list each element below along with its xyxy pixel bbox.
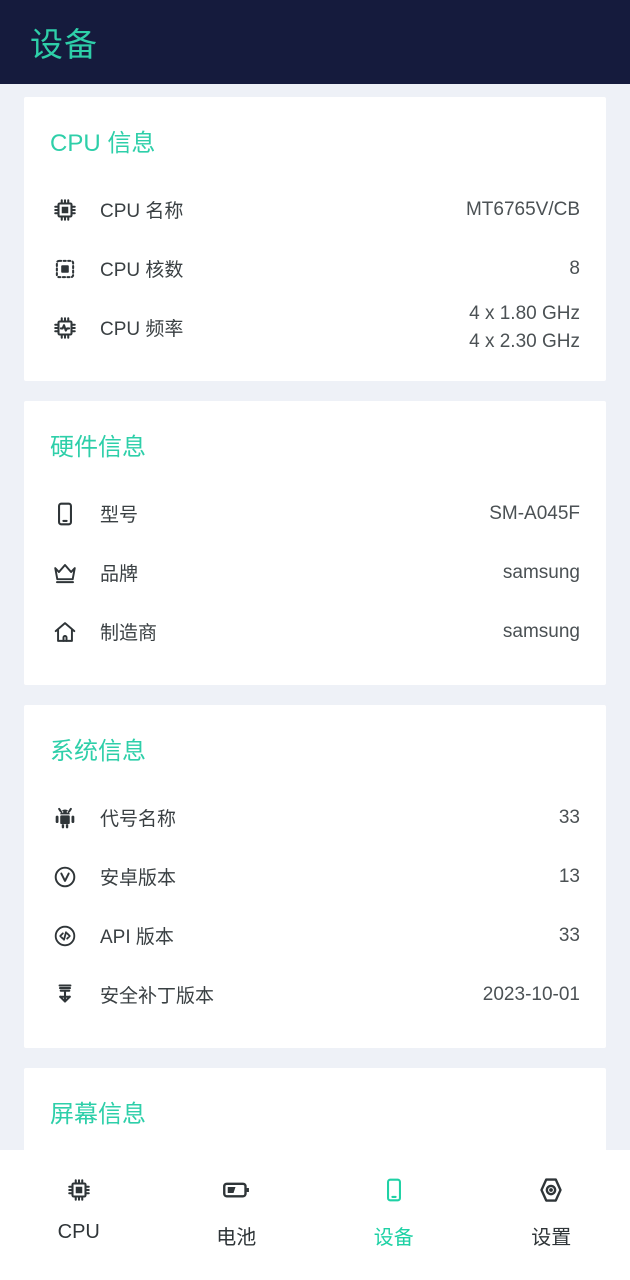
tab-label: 电池: [216, 1227, 257, 1249]
card-title: CPU 信息: [50, 130, 156, 157]
battery-icon: [218, 1172, 254, 1208]
info-row-value: 8: [569, 257, 580, 279]
info-row-label: 制造商: [100, 623, 158, 644]
info-row-label: CPU 频率: [100, 319, 184, 340]
tab-label: CPU: [57, 1221, 100, 1243]
card-title: 硬件信息: [50, 434, 146, 461]
crown-icon: [50, 558, 80, 588]
info-card: 系统信息代号名称 33 安卓版本 13 API 版本 33 安全补丁版本 2023-10-01: [24, 705, 606, 1048]
cpu-cores-icon: [50, 254, 80, 284]
info-row-value: 13: [558, 865, 580, 887]
tab-settings-hex[interactable]: 设置: [473, 1172, 630, 1250]
security-patch-icon: [50, 980, 80, 1010]
code-circle-icon: [50, 921, 80, 951]
card-title: 系统信息: [50, 738, 146, 765]
info-row-value: SM-A045F: [489, 502, 580, 524]
bottom-tab-bar: CPU 电池 设备 设置: [0, 1150, 630, 1280]
card-title: 屏幕信息: [50, 1101, 146, 1128]
info-row-value: 33: [558, 806, 580, 828]
info-row-label: CPU 核数: [100, 260, 184, 281]
info-row[interactable]: 制造商 samsung: [50, 602, 580, 661]
app-header: 设备: [0, 0, 630, 84]
cpu-frequency-icon: [50, 313, 80, 343]
device-info-screen: 设备 CPU 信息 CPU 名称 MT6765V/CB CPU 核数 8 CPU 频率 4 …: [0, 0, 630, 1280]
settings-hex-icon: [533, 1172, 569, 1208]
info-card: 屏幕信息: [24, 1068, 606, 1150]
info-row-label: 型号: [100, 505, 139, 526]
tab-label: 设备: [373, 1227, 414, 1249]
info-row-label: 安卓版本: [100, 868, 177, 889]
phone-icon: [50, 499, 80, 529]
tab-phone[interactable]: 设备: [315, 1172, 473, 1250]
info-row[interactable]: CPU 频率 4 x 1.80 GHz 4 x 2.30 GHz: [50, 298, 580, 357]
info-card: CPU 信息 CPU 名称 MT6765V/CB CPU 核数 8 CPU 频率 4 x 1…: [24, 97, 606, 381]
android-icon: [50, 803, 80, 833]
info-row[interactable]: 安全补丁版本 2023-10-01: [50, 965, 580, 1024]
tab-label: 设置: [531, 1227, 572, 1249]
info-row-label: CPU 名称: [100, 201, 184, 222]
scroll-content[interactable]: CPU 信息 CPU 名称 MT6765V/CB CPU 核数 8 CPU 频率 4 x 1…: [0, 84, 630, 1150]
info-row[interactable]: 代号名称 33: [50, 788, 580, 847]
info-row[interactable]: 安卓版本 13: [50, 847, 580, 906]
version-circle-icon: [50, 862, 80, 892]
info-row-label: 代号名称: [100, 809, 177, 830]
info-row[interactable]: CPU 名称 MT6765V/CB: [50, 180, 580, 239]
cpu-chip-icon: [50, 195, 80, 225]
info-row-value: samsung: [502, 561, 580, 583]
info-row-label: 安全补丁版本: [100, 986, 215, 1007]
home-icon: [50, 617, 80, 647]
info-row-label: 品牌: [100, 564, 139, 585]
phone-icon: [376, 1172, 412, 1208]
info-row[interactable]: 型号 SM-A045F: [50, 484, 580, 543]
info-row-value: samsung: [502, 620, 580, 642]
page-title: 设备: [30, 26, 98, 63]
cpu-chip-icon: [61, 1172, 97, 1208]
info-row-value: 33: [558, 924, 580, 946]
info-card: 硬件信息型号 SM-A045F 品牌 samsung 制造商 samsung: [24, 401, 606, 685]
info-row-value: 2023-10-01: [482, 983, 580, 1005]
info-row[interactable]: API 版本 33: [50, 906, 580, 965]
info-row-label: API 版本: [100, 927, 174, 948]
info-row-value: MT6765V/CB: [465, 198, 580, 220]
tab-battery[interactable]: 电池: [158, 1172, 316, 1250]
info-row[interactable]: 品牌 samsung: [50, 543, 580, 602]
info-row[interactable]: CPU 核数 8: [50, 239, 580, 298]
info-row-value: 4 x 1.80 GHz 4 x 2.30 GHz: [469, 302, 580, 352]
tab-cpu-chip[interactable]: CPU: [0, 1172, 158, 1250]
